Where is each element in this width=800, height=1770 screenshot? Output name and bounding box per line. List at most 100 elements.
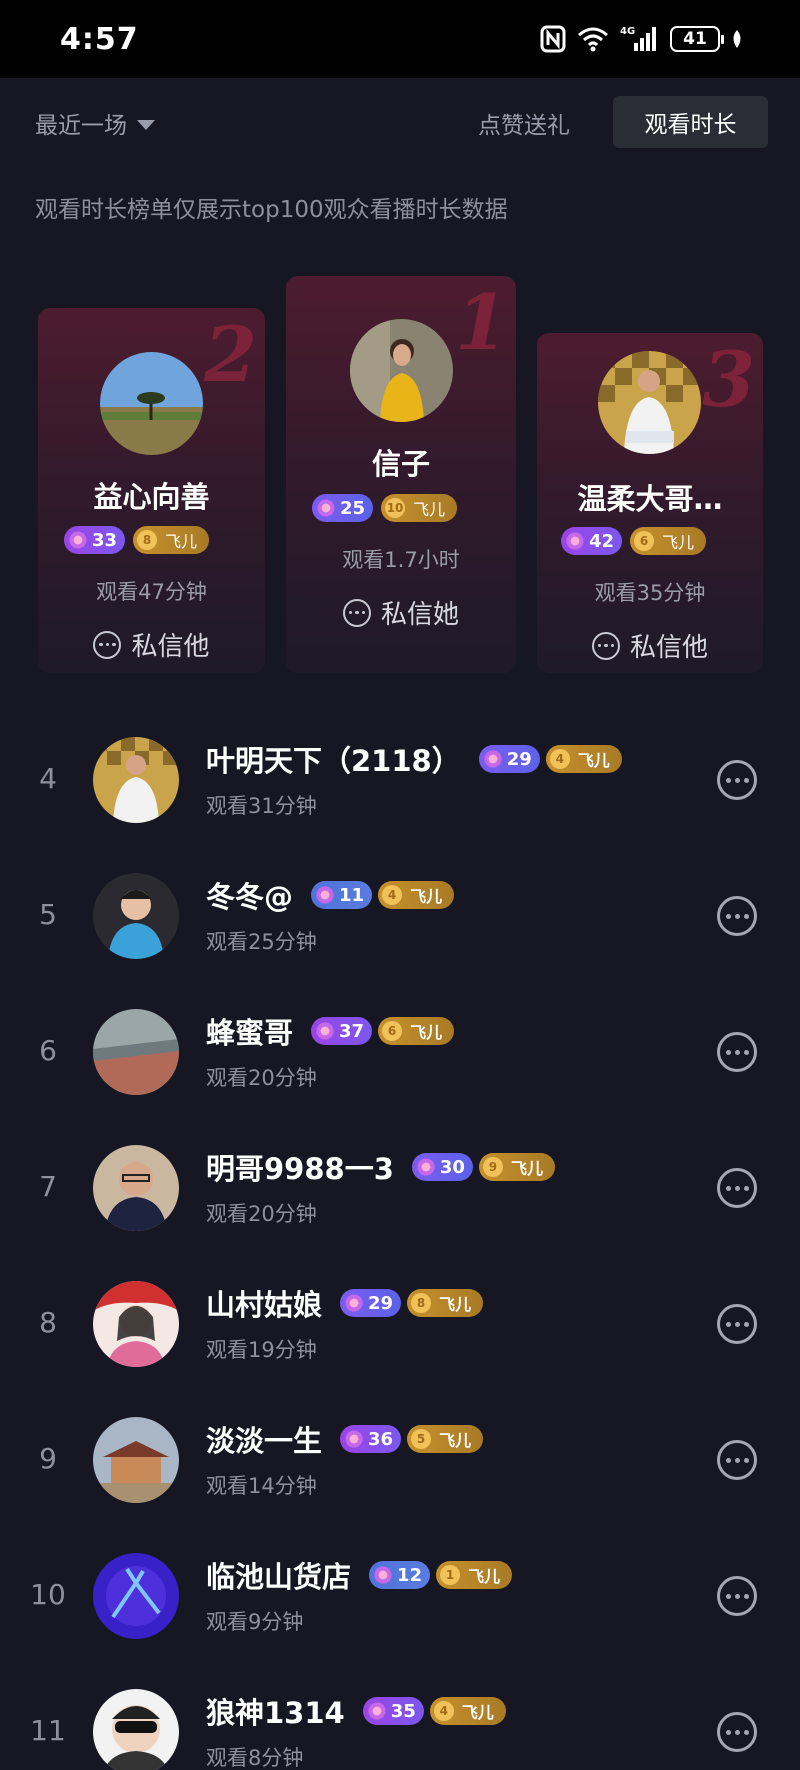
- heart-icon: 6: [634, 531, 655, 551]
- level-badge: 33: [64, 526, 126, 554]
- list-item[interactable]: 9 淡淡一生 36 5 飞儿 观看14分钟: [0, 1390, 800, 1526]
- level-badge: 35: [362, 1697, 424, 1725]
- user-name: 淡淡一生 36 5 飞儿: [206, 1418, 484, 1460]
- chat-icon[interactable]: [717, 760, 757, 800]
- level-badge: 37: [311, 1017, 373, 1045]
- heart-icon: 8: [411, 1293, 432, 1313]
- level-badge: 36: [340, 1425, 402, 1453]
- gem-icon: [373, 1565, 394, 1585]
- avatar: [93, 737, 179, 823]
- watch-duration: 观看9分钟: [206, 1610, 304, 1634]
- user-name: 临池山货店 12 1 飞儿: [206, 1554, 513, 1596]
- fan-badge: 4 飞儿: [429, 1697, 506, 1725]
- podium-card-rank-2[interactable]: 2 益心向善 33 8 飞儿 观看47分钟 私信他: [38, 308, 265, 673]
- level-badge: 30: [411, 1153, 473, 1181]
- badges: 25 10 飞儿: [312, 494, 458, 522]
- dm-button[interactable]: 私信他: [38, 626, 265, 663]
- heart-icon: 4: [382, 885, 403, 905]
- fan-badge: 10 飞儿: [381, 494, 458, 522]
- rank-number: 2: [204, 310, 257, 399]
- gem-icon: [482, 749, 503, 769]
- podium-card-rank-3[interactable]: 3 温柔大哥… 42 6 飞儿 观看35分钟 私信他: [537, 333, 763, 673]
- range-label: 最近一场: [35, 113, 127, 139]
- filter-row: 最近一场 点赞送礼 观看时长: [0, 96, 800, 150]
- heart-icon: 10: [385, 498, 406, 518]
- heart-icon: 4: [433, 1701, 454, 1721]
- avatar: [93, 1145, 179, 1231]
- status-bar: 4:57 4G 41: [0, 0, 800, 78]
- dm-button[interactable]: 私信她: [286, 594, 516, 631]
- chat-icon[interactable]: [717, 1032, 757, 1072]
- level-badge: 25: [312, 494, 374, 522]
- chat-icon[interactable]: [717, 1576, 757, 1616]
- watch-duration: 观看25分钟: [206, 930, 317, 954]
- level-badge: 29: [478, 745, 540, 773]
- avatar: [93, 1417, 179, 1503]
- chevron-down-icon: [137, 120, 155, 130]
- avatar: [93, 1281, 179, 1367]
- podium-card-rank-1[interactable]: 1 信子 25 10 飞儿 观看1.7小时 私信她: [286, 276, 516, 673]
- chat-icon[interactable]: [717, 896, 757, 936]
- heart-icon: 6: [382, 1021, 403, 1041]
- list-item[interactable]: 8 山村姑娘 29 8 飞儿 观看19分钟: [0, 1254, 800, 1390]
- badges: 33 8 飞儿: [64, 526, 210, 554]
- watch-duration: 观看14分钟: [206, 1474, 317, 1498]
- heart-icon: 1: [440, 1565, 461, 1585]
- avatar: [93, 1689, 179, 1770]
- rank-number: 10: [30, 1578, 66, 1611]
- watch-duration: 观看19分钟: [206, 1338, 317, 1362]
- list-item[interactable]: 6 蜂蜜哥 37 6 飞儿 观看20分钟: [0, 982, 800, 1118]
- dm-button[interactable]: 私信他: [537, 627, 763, 664]
- fan-badge: 4 飞儿: [545, 745, 622, 773]
- fan-badge: 4 飞儿: [378, 881, 455, 909]
- user-name: 冬冬@ 11 4 飞儿: [206, 874, 455, 916]
- avatar: [598, 351, 701, 454]
- list-item[interactable]: 5 冬冬@ 11 4 飞儿 观看25分钟: [0, 846, 800, 982]
- heart-icon: 9: [482, 1157, 503, 1177]
- level-badge: 11: [311, 881, 373, 909]
- tab-gifts[interactable]: 点赞送礼: [478, 106, 570, 140]
- rank-number: 3: [702, 335, 755, 424]
- rank-number: 9: [39, 1442, 57, 1475]
- gem-icon: [344, 1429, 365, 1449]
- watch-duration: 观看20分钟: [206, 1066, 317, 1090]
- gem-icon: [344, 1293, 365, 1313]
- fan-badge: 5 飞儿: [407, 1425, 484, 1453]
- heart-icon: 8: [137, 530, 158, 550]
- chat-icon[interactable]: [717, 1712, 757, 1752]
- status-time: 4:57: [60, 21, 139, 57]
- status-icons: 4G 41: [540, 25, 744, 53]
- watch-duration: 观看1.7小时: [342, 548, 460, 572]
- list-item[interactable]: 11 狼神1314 35 4 飞儿 观看8分钟: [0, 1662, 800, 1770]
- tab-watch-time[interactable]: 观看时长: [613, 96, 768, 148]
- chat-icon: [591, 631, 620, 660]
- range-dropdown[interactable]: 最近一场: [35, 106, 155, 140]
- notice-text: 观看时长榜单仅展示top100观众看播时长数据: [35, 197, 508, 223]
- rank-number: 5: [39, 898, 57, 931]
- list-item[interactable]: 10 临池山货店 12 1 飞儿 观看9分钟: [0, 1526, 800, 1662]
- chat-icon[interactable]: [717, 1304, 757, 1344]
- chat-icon[interactable]: [717, 1440, 757, 1480]
- rank-number: 4: [39, 762, 57, 795]
- list-item[interactable]: 4 叶明天下（2118） 29 4 飞儿 观看31分钟: [0, 710, 800, 846]
- user-name: 狼神1314 35 4 飞儿: [206, 1690, 506, 1732]
- watch-duration: 观看8分钟: [206, 1746, 304, 1770]
- fan-badge: 9 飞儿: [478, 1153, 555, 1181]
- list-item[interactable]: 7 明哥9988一3 30 9 飞儿 观看20分钟: [0, 1118, 800, 1254]
- avatar: [93, 1009, 179, 1095]
- user-name: 蜂蜜哥 37 6 飞儿: [206, 1010, 455, 1052]
- user-name: 信子: [371, 447, 430, 481]
- fan-badge: 6 飞儿: [378, 1017, 455, 1045]
- gem-icon: [68, 530, 88, 550]
- nfc-icon: [540, 25, 566, 53]
- dm-label: 私信他: [629, 633, 708, 663]
- chat-icon[interactable]: [717, 1168, 757, 1208]
- dm-label: 私信他: [131, 632, 210, 662]
- user-name: 明哥9988一3 30 9 飞儿: [206, 1146, 555, 1188]
- heart-icon: 4: [549, 749, 570, 769]
- network-type: 4G: [620, 26, 635, 37]
- user-name: 益心向善: [93, 480, 210, 514]
- watch-duration: 观看20分钟: [206, 1202, 317, 1226]
- avatar: [93, 873, 179, 959]
- fan-badge: 8 飞儿: [407, 1289, 484, 1317]
